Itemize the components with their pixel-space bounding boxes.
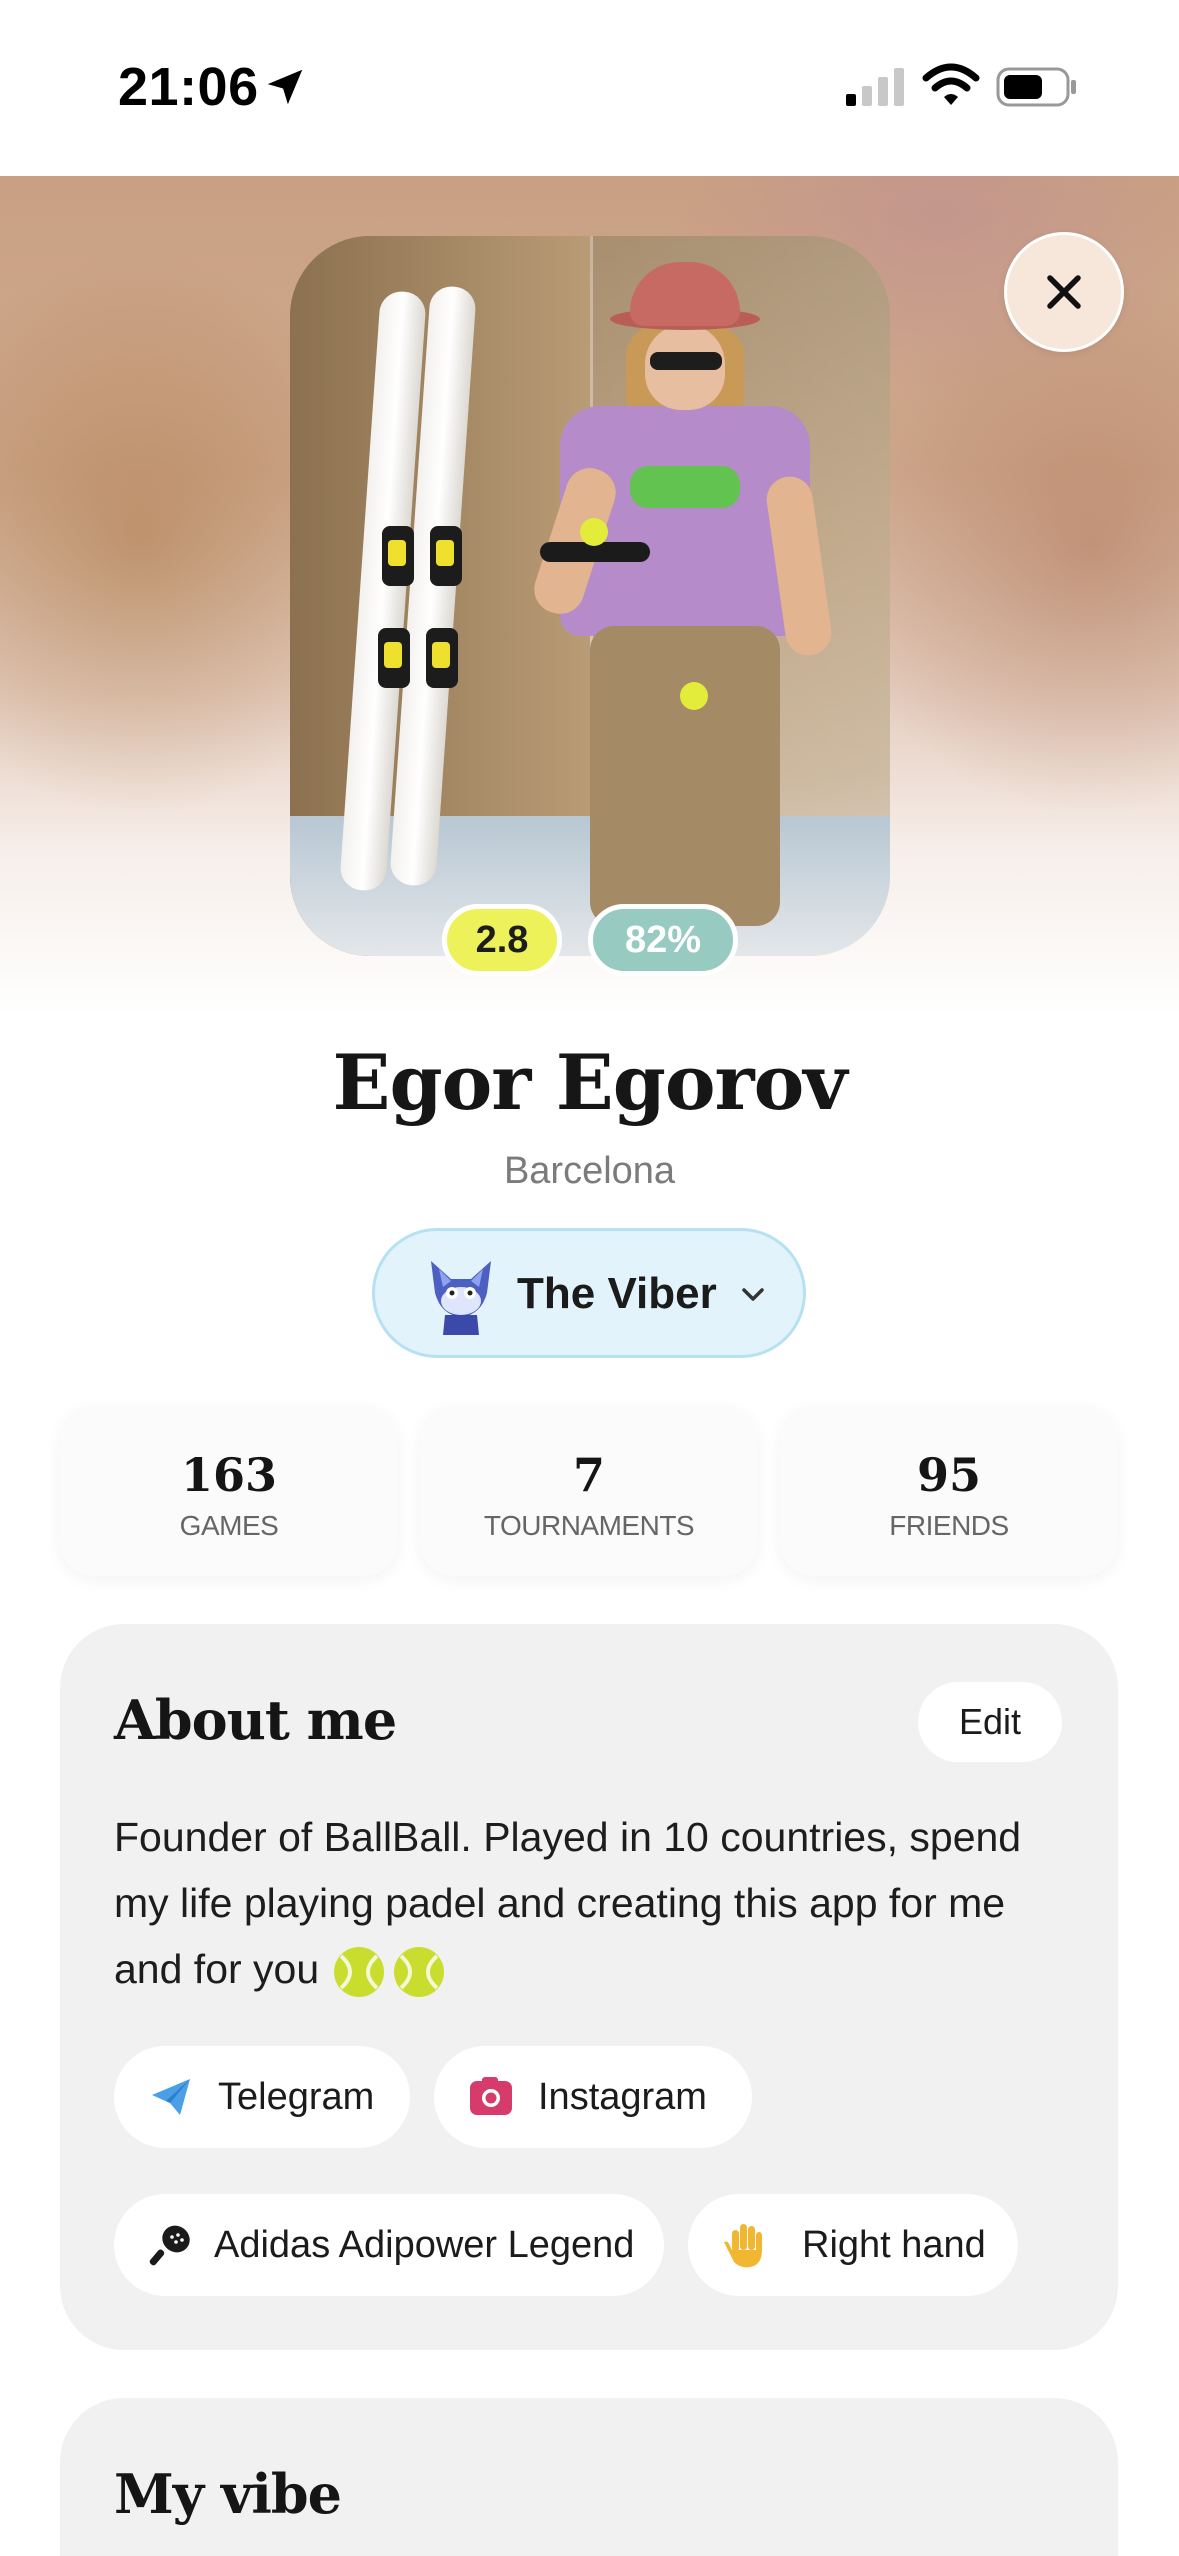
edit-about-button[interactable]: Edit (918, 1682, 1062, 1762)
about-card: About me Edit Founder of BallBall. Playe… (60, 1624, 1118, 2350)
racket-label: Adidas Adipower Legend (214, 2224, 635, 2266)
padel-racket-icon (149, 2225, 190, 2266)
stat-label: GAMES (179, 1510, 279, 1541)
stat-value: 95 (916, 1448, 981, 1502)
profile-city: Barcelona (503, 1150, 676, 1192)
stat-value: 163 (180, 1448, 278, 1502)
instagram-icon (470, 2077, 512, 2115)
chevron-down-icon (742, 1288, 764, 1301)
raised-hand-icon (724, 2224, 762, 2268)
telegram-icon (152, 2079, 190, 2115)
racket-chip[interactable]: Adidas Adipower Legend (114, 2194, 664, 2296)
tennis-ball-icon (333, 1947, 444, 1998)
profile-photo[interactable] (290, 236, 890, 956)
about-title: About me (114, 1688, 397, 1752)
instagram-link[interactable]: Instagram (434, 2046, 752, 2148)
instagram-label: Instagram (538, 2076, 707, 2118)
my-vibe-card: My vibe (60, 2398, 1118, 2556)
vibe-selector[interactable]: The Viber (372, 1228, 806, 1358)
profile-name: Egor Egorov (332, 1038, 848, 1127)
location-arrow-icon (267, 69, 303, 105)
stat-label: TOURNAMENTS (483, 1510, 695, 1541)
status-time: 21:06 (118, 57, 259, 117)
telegram-link[interactable]: Telegram (114, 2046, 410, 2148)
stat-value: 7 (572, 1448, 605, 1502)
bio-text-content: Founder of BallBall. Played in 10 countr… (114, 1814, 1022, 1992)
stat-friends[interactable]: 95 FRIENDS (780, 1406, 1118, 1576)
telegram-label: Telegram (218, 2076, 375, 2118)
close-button[interactable] (1004, 232, 1124, 352)
status-bar: 21:06 (0, 0, 1179, 176)
wifi-icon (922, 63, 980, 105)
hand-label: Right hand (802, 2224, 986, 2266)
stat-games[interactable]: 163 GAMES (60, 1406, 398, 1576)
win-percent-badge: 82% (588, 904, 738, 976)
viber-fox-avatar-icon (431, 1261, 491, 1335)
close-icon (1047, 275, 1081, 309)
vibe-label: The Viber (517, 1269, 717, 1318)
battery-icon (996, 67, 1076, 107)
rating-badge: 2.8 (442, 904, 562, 976)
cellular-signal-icon (846, 68, 904, 106)
my-vibe-title: My vibe (114, 2462, 342, 2526)
hand-chip[interactable]: Right hand (688, 2194, 1018, 2296)
stat-tournaments[interactable]: 7 TOURNAMENTS (420, 1406, 758, 1576)
stat-label: FRIENDS (889, 1510, 1009, 1541)
bio-text: Founder of BallBall. Played in 10 countr… (114, 1804, 1074, 2002)
